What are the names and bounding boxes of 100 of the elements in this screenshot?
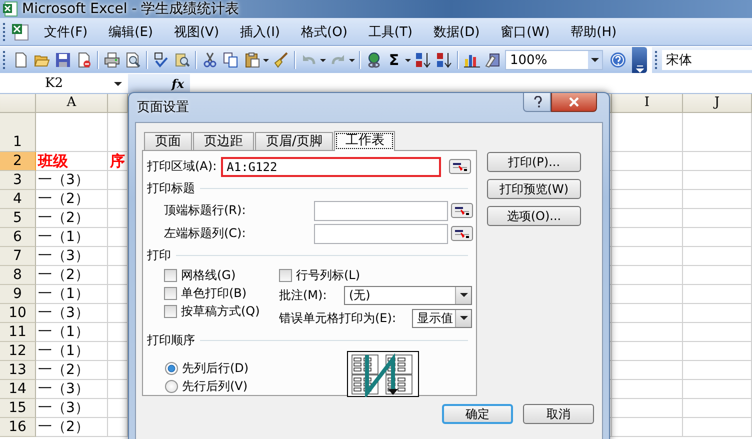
empty-cell[interactable] (683, 247, 752, 266)
dialog-button[interactable]: 选项(O)... (487, 206, 581, 226)
row-header[interactable]: 11 (0, 323, 36, 342)
menu-item[interactable]: 格式(O) (296, 20, 352, 42)
tab[interactable]: 页眉/页脚 (255, 132, 334, 150)
empty-cell[interactable] (612, 152, 683, 171)
row-header[interactable]: 2 (0, 152, 36, 171)
empty-cell[interactable] (612, 304, 683, 323)
empty-cell[interactable] (683, 171, 752, 190)
zoom-combo-box[interactable]: 100% (505, 50, 603, 70)
scissors-icon[interactable] (202, 52, 218, 68)
research-icon[interactable] (174, 52, 190, 68)
empty-cell[interactable] (612, 399, 683, 418)
font-name-field[interactable]: 宋体 (662, 50, 752, 70)
column-header[interactable]: I (612, 94, 683, 113)
empty-cell[interactable] (683, 342, 752, 361)
table-cell[interactable]: 一（1） (36, 323, 108, 342)
sum-button[interactable]: Σ (384, 51, 404, 69)
tab[interactable]: 页面 (144, 132, 192, 150)
row-header[interactable]: 14 (0, 380, 36, 399)
dialog-button[interactable]: 确定 (442, 404, 513, 424)
empty-cell[interactable] (683, 418, 752, 437)
row-header[interactable]: 7 (0, 247, 36, 266)
empty-cell[interactable] (683, 380, 752, 399)
empty-cell[interactable] (612, 209, 683, 228)
empty-cell[interactable] (612, 266, 683, 285)
caret-icon[interactable] (114, 80, 122, 88)
row-header[interactable]: 1 (0, 113, 36, 152)
dialog-button[interactable]: 打印(P)... (487, 152, 581, 172)
row-header[interactable]: 5 (0, 209, 36, 228)
comments-dropdown[interactable]: (无) (344, 286, 472, 304)
caret-icon[interactable] (460, 315, 468, 321)
menu-item[interactable]: 文件(F) (39, 20, 93, 42)
range-picker-button[interactable] (448, 159, 471, 174)
empty-cell[interactable] (612, 171, 683, 190)
row-header[interactable]: 6 (0, 228, 36, 247)
empty-cell[interactable] (683, 399, 752, 418)
table-cell[interactable]: 一（2） (36, 361, 108, 380)
print-icon[interactable] (104, 52, 120, 68)
table-cell[interactable]: 一（1） (36, 228, 108, 247)
table-cell[interactable]: 班级 (36, 152, 108, 171)
empty-cell[interactable] (683, 323, 752, 342)
column-header[interactable] (108, 94, 128, 113)
radio-button[interactable] (165, 362, 178, 374)
empty-cell[interactable] (683, 113, 752, 152)
copy-icon[interactable] (222, 52, 238, 68)
table-cell[interactable]: 一（1） (36, 342, 108, 361)
row-header[interactable]: 3 (0, 171, 36, 190)
paintbrush-icon[interactable] (272, 52, 288, 68)
menu-item[interactable]: 插入(I) (235, 20, 286, 42)
empty-cell[interactable] (683, 266, 752, 285)
print-preview-icon[interactable] (124, 52, 140, 68)
table-cell[interactable]: 一（3） (36, 304, 108, 323)
help-icon[interactable] (610, 52, 626, 68)
menu-item[interactable]: 工具(T) (363, 20, 418, 42)
table-cell[interactable]: 一（1） (36, 285, 108, 304)
excel-document-icon[interactable] (11, 22, 29, 40)
caret-icon[interactable] (320, 57, 326, 63)
table-cell[interactable]: 一（3） (36, 380, 108, 399)
input-field[interactable] (314, 224, 448, 244)
row-header[interactable]: 15 (0, 399, 36, 418)
table-cell[interactable]: 一（3） (36, 399, 108, 418)
empty-cell[interactable] (683, 285, 752, 304)
row-header[interactable]: 13 (0, 361, 36, 380)
dialog-button[interactable]: 取消 (523, 404, 594, 424)
table-cell[interactable]: 一（2） (36, 266, 108, 285)
caret-icon[interactable] (405, 57, 411, 63)
empty-cell[interactable] (612, 361, 683, 380)
range-picker-button[interactable] (451, 203, 473, 218)
row-header[interactable]: 9 (0, 285, 36, 304)
empty-cell[interactable] (683, 304, 752, 323)
save-icon[interactable] (54, 52, 70, 68)
caret-icon[interactable] (591, 56, 599, 64)
toolbar-options-icon[interactable] (636, 65, 644, 73)
empty-cell[interactable] (612, 418, 683, 437)
checkbox[interactable] (164, 304, 177, 318)
print-area-field[interactable]: A1:G122 (220, 156, 441, 176)
empty-cell[interactable] (683, 361, 752, 380)
clipboard-icon[interactable] (244, 52, 260, 68)
menu-item[interactable]: 视图(V) (168, 20, 224, 42)
empty-cell[interactable] (612, 323, 683, 342)
table-cell[interactable]: 一（3） (36, 171, 108, 190)
empty-cell[interactable] (612, 342, 683, 361)
menu-item[interactable]: 窗口(W) (496, 20, 555, 42)
empty-cell[interactable] (612, 113, 683, 152)
row-header[interactable]: 12 (0, 342, 36, 361)
empty-cell[interactable] (612, 285, 683, 304)
checkbox[interactable] (164, 286, 177, 300)
checkbox[interactable] (279, 268, 292, 282)
tab[interactable]: 工作表 (334, 131, 396, 151)
row-header[interactable]: 16 (0, 418, 36, 437)
empty-cell[interactable] (683, 209, 752, 228)
table-cell[interactable]: 一（2） (36, 209, 108, 228)
caret-icon[interactable] (460, 292, 468, 298)
empty-cell[interactable] (612, 228, 683, 247)
help-button[interactable] (523, 93, 551, 112)
column-header[interactable]: J (683, 94, 752, 113)
drawing-tools-icon[interactable] (484, 52, 500, 68)
menu-item[interactable]: 帮助(H) (566, 20, 622, 42)
menu-item[interactable]: 编辑(E) (104, 20, 158, 42)
